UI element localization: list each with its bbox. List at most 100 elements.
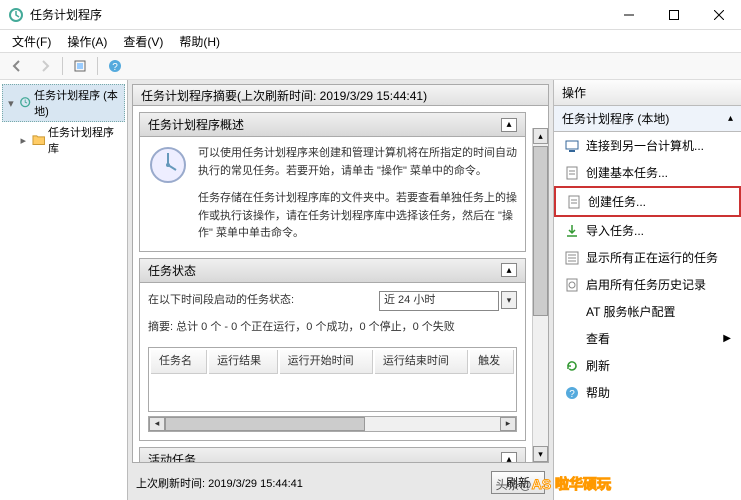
col-name[interactable]: 任务名 xyxy=(151,350,207,375)
action-item-1[interactable]: 创建基本任务... xyxy=(554,159,741,186)
action-item-3[interactable]: 导入任务... xyxy=(554,217,741,244)
menu-view[interactable]: 查看(V) xyxy=(117,31,169,52)
maximize-button[interactable] xyxy=(651,0,696,30)
action-item-2[interactable]: 创建任务... xyxy=(554,186,741,217)
action-item-0[interactable]: 连接到另一台计算机... xyxy=(554,132,741,159)
action-item-6[interactable]: AT 服务帐户配置 xyxy=(554,298,741,325)
action-item-7[interactable]: 查看▶ xyxy=(554,325,741,352)
status-summary-text: 摘要: 总计 0 个 - 0 个正在运行，0 个成功，0 个停止，0 个失败 xyxy=(148,319,517,337)
combo-dropdown-button[interactable]: ▾ xyxy=(501,291,517,309)
computer-icon xyxy=(564,138,580,154)
app-icon xyxy=(8,7,24,23)
collapse-button[interactable]: ▴ xyxy=(501,452,517,462)
menubar: 文件(F) 操作(A) 查看(V) 帮助(H) xyxy=(0,30,741,52)
center-pane: 任务计划程序摘要(上次刷新时间: 2019/3/29 15:44:41) 任务计… xyxy=(128,80,553,500)
window-title: 任务计划程序 xyxy=(30,6,606,23)
actions-context: 任务计划程序 (本地) ▴ xyxy=(554,106,741,132)
action-label: 导入任务... xyxy=(586,222,644,239)
tree-child[interactable]: ▸ 任务计划程序库 xyxy=(2,122,125,158)
actions-header: 操作 xyxy=(554,80,741,106)
col-end[interactable]: 运行结束时间 xyxy=(375,350,468,375)
action-label: 显示所有正在运行的任务 xyxy=(586,249,718,266)
scheduler-icon xyxy=(19,96,31,110)
refresh-icon xyxy=(564,358,580,374)
titlebar: 任务计划程序 xyxy=(0,0,741,30)
scroll-left-button[interactable]: ◂ xyxy=(149,417,165,431)
import-icon xyxy=(564,223,580,239)
forward-button[interactable] xyxy=(34,55,56,77)
tree-pane: ▾ 任务计划程序 (本地) ▸ 任务计划程序库 xyxy=(0,80,128,500)
history-icon xyxy=(564,277,580,293)
overview-text-1: 可以使用任务计划程序来创建和管理计算机将在所指定的时间自动执行的常见任务。若要开… xyxy=(198,145,517,180)
blank-icon xyxy=(564,331,580,347)
overview-text-2: 任务存储在任务计划程序库的文件夹中。若要查看单独任务上的操作或执行该操作，请在任… xyxy=(198,190,517,243)
action-item-4[interactable]: 显示所有正在运行的任务 xyxy=(554,244,741,271)
action-label: 帮助 xyxy=(586,384,610,401)
last-refresh-label: 上次刷新时间: 2019/3/29 15:44:41 xyxy=(136,475,303,491)
action-label: 创建任务... xyxy=(588,193,646,210)
close-button[interactable] xyxy=(696,0,741,30)
expand-icon[interactable]: ▾ xyxy=(6,97,16,110)
active-tasks-header: 活动任务 ▴ xyxy=(139,447,526,462)
overview-header: 任务计划程序概述 ▴ xyxy=(139,112,526,137)
minimize-button[interactable] xyxy=(606,0,651,30)
back-button[interactable] xyxy=(6,55,28,77)
scroll-thumb[interactable] xyxy=(533,146,548,316)
horizontal-scrollbar[interactable]: ◂ ▸ xyxy=(148,416,517,432)
help-icon: ? xyxy=(564,385,580,401)
task-status-header: 任务状态 ▴ xyxy=(139,258,526,283)
action-label: 刷新 xyxy=(586,357,610,374)
scope-button[interactable] xyxy=(69,55,91,77)
action-label: 创建基本任务... xyxy=(586,164,668,181)
summary-header: 任务计划程序摘要(上次刷新时间: 2019/3/29 15:44:41) xyxy=(132,84,549,106)
clock-icon xyxy=(148,145,188,185)
timerange-combo[interactable]: 近 24 小时 xyxy=(379,291,499,311)
action-item-8[interactable]: 刷新 xyxy=(554,352,741,379)
vertical-scrollbar[interactable]: ▴ ▾ xyxy=(532,128,548,462)
task-status-body: 在以下时间段启动的任务状态: 近 24 小时 ▾ 摘要: 总计 0 个 - 0 … xyxy=(139,283,526,441)
action-label: 启用所有任务历史记录 xyxy=(586,276,706,293)
toolbar: ? xyxy=(0,52,741,80)
svg-text:?: ? xyxy=(569,389,575,400)
scroll-up-button[interactable]: ▴ xyxy=(533,128,548,144)
col-trigger[interactable]: 触发 xyxy=(470,350,514,375)
actions-pane: 操作 任务计划程序 (本地) ▴ 连接到另一台计算机... 创建基本任务... 创建… xyxy=(553,80,741,500)
menu-help[interactable]: 帮助(H) xyxy=(173,31,226,52)
status-label: 在以下时间段启动的任务状态: xyxy=(148,292,294,310)
tree-root-label: 任务计划程序 (本地) xyxy=(34,87,121,119)
svg-text:?: ? xyxy=(112,62,118,73)
task-status-title: 任务状态 xyxy=(148,262,196,279)
scroll-right-button[interactable]: ▸ xyxy=(500,417,516,431)
task-table: 任务名 运行结果 运行开始时间 运行结束时间 触发 xyxy=(148,347,517,412)
collapse-button[interactable]: ▴ xyxy=(501,118,517,132)
workspace: ▾ 任务计划程序 (本地) ▸ 任务计划程序库 任务计划程序摘要(上次刷新时间:… xyxy=(0,80,741,500)
menu-action[interactable]: 操作(A) xyxy=(61,31,113,52)
overview-body: 可以使用任务计划程序来创建和管理计算机将在所指定的时间自动执行的常见任务。若要开… xyxy=(139,137,526,252)
collapse-button[interactable]: ▴ xyxy=(501,263,517,277)
active-tasks-title: 活动任务 xyxy=(148,451,196,462)
action-label: 连接到另一台计算机... xyxy=(586,137,704,154)
col-result[interactable]: 运行结果 xyxy=(209,350,278,375)
action-item-5[interactable]: 启用所有任务历史记录 xyxy=(554,271,741,298)
action-item-9[interactable]: ? 帮助 xyxy=(554,379,741,406)
separator xyxy=(97,57,98,75)
overview-title: 任务计划程序概述 xyxy=(148,116,244,133)
separator xyxy=(62,57,63,75)
list-icon xyxy=(564,250,580,266)
tree-root[interactable]: ▾ 任务计划程序 (本地) xyxy=(2,84,125,122)
folder-icon xyxy=(32,133,45,147)
scroll-down-button[interactable]: ▾ xyxy=(533,446,548,462)
task-icon xyxy=(566,194,582,210)
collapse-icon[interactable]: ▴ xyxy=(728,113,733,124)
col-start[interactable]: 运行开始时间 xyxy=(280,350,373,375)
action-label: AT 服务帐户配置 xyxy=(586,303,676,320)
menu-file[interactable]: 文件(F) xyxy=(6,31,57,52)
refresh-button[interactable]: 刷新 xyxy=(491,471,545,494)
action-label: 查看 xyxy=(586,330,610,347)
footer: 上次刷新时间: 2019/3/29 15:44:41 刷新 xyxy=(132,463,549,496)
scroll-thumb[interactable] xyxy=(165,417,365,431)
action-list: 连接到另一台计算机... 创建基本任务... 创建任务... 导入任务... 显示所有正… xyxy=(554,132,741,500)
help-toolbar-button[interactable]: ? xyxy=(104,55,126,77)
expand-icon[interactable]: ▸ xyxy=(18,134,29,147)
tree-child-label: 任务计划程序库 xyxy=(48,124,122,156)
